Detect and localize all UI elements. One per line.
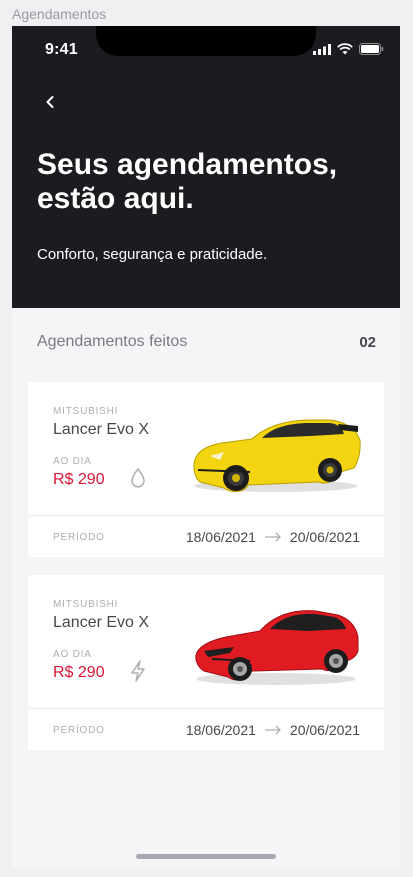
car-brand: MITSUBISHI [53, 406, 119, 417]
chevron-left-icon [46, 96, 54, 108]
period-label: PERÍODO [53, 531, 105, 543]
section-header: Agendamentos feitos 02 [37, 333, 376, 351]
rent-period-label: AO DIA [53, 456, 92, 467]
home-indicator[interactable] [136, 854, 276, 859]
end-date: 20/06/2021 [289, 722, 360, 738]
battery-icon [359, 43, 384, 55]
car-image [195, 610, 359, 685]
arrow-right-icon [264, 725, 281, 735]
status-icons [313, 43, 384, 55]
device-notch [96, 26, 316, 56]
booking-period: PERÍODO 18/06/2021 20/06/2021 [28, 517, 384, 557]
start-date: 18/06/2021 [185, 722, 256, 738]
page-title: Seus agendamentos, estão aqui. [37, 148, 338, 215]
section-title: Agendamentos feitos [37, 333, 188, 350]
page-subtitle: Conforto, segurança e praticidade. [37, 246, 268, 263]
car-image [193, 419, 361, 493]
phone-screen: 9:41 Seus agendamentos, estão aqui. Conf… [12, 26, 400, 867]
booking-card[interactable]: MITSUBISHI Lancer Evo X AO DIA R$ 290 [28, 575, 384, 707]
period-dates: 18/06/2021 20/06/2021 [186, 722, 360, 738]
electric-bolt-icon [131, 660, 145, 682]
wifi-icon [337, 43, 353, 55]
rent-period-label: AO DIA [53, 649, 92, 660]
rent-price: R$ 290 [53, 664, 105, 681]
gasoline-drop-icon [131, 467, 145, 488]
rent-price: R$ 290 [53, 471, 105, 488]
car-model: Lancer Evo X [53, 614, 150, 631]
start-date: 18/06/2021 [185, 529, 256, 545]
booking-period: PERÍODO 18/06/2021 20/06/2021 [28, 710, 384, 750]
car-brand: MITSUBISHI [53, 599, 119, 610]
frame-label: Agendamentos [12, 6, 107, 22]
period-dates: 18/06/2021 20/06/2021 [186, 529, 360, 545]
cellular-signal-icon [313, 43, 331, 55]
bookings-count: 02 [359, 333, 376, 351]
period-label: PERÍODO [53, 724, 105, 736]
end-date: 20/06/2021 [289, 529, 360, 545]
car-model: Lancer Evo X [53, 421, 150, 438]
arrow-right-icon [264, 532, 281, 542]
header: 9:41 Seus agendamentos, estão aqui. Conf… [12, 26, 400, 308]
status-time: 9:41 [45, 41, 78, 58]
back-button[interactable] [36, 88, 64, 116]
booking-card[interactable]: MITSUBISHI Lancer Evo X AO DIA R$ 290 [28, 382, 384, 514]
